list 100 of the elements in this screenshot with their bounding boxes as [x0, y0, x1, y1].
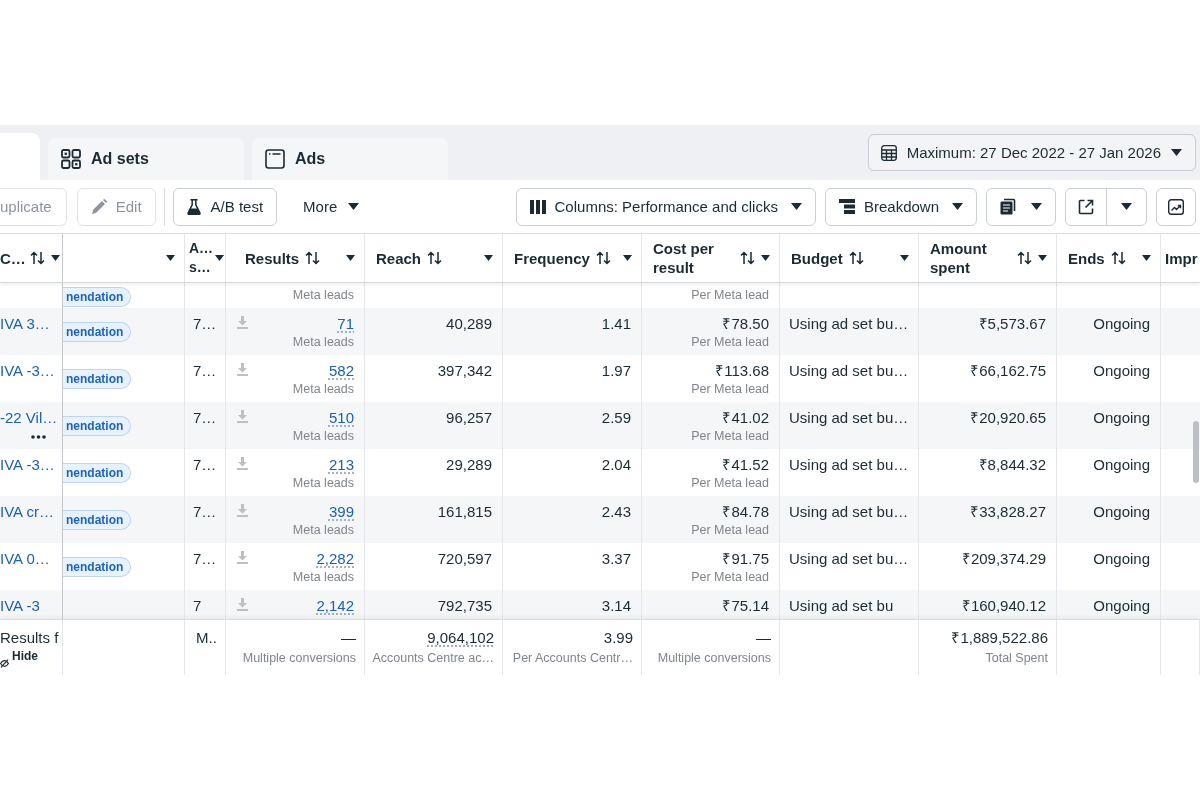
results-link[interactable]: 213: [328, 455, 354, 474]
sort-icon[interactable]: [305, 251, 321, 265]
hide-link[interactable]: Hide: [12, 648, 38, 664]
caret-icon[interactable]: [761, 255, 770, 261]
caret-icon[interactable]: [166, 255, 175, 261]
breakdown-button[interactable]: Breakdown: [824, 187, 977, 226]
results-link[interactable]: 2,282: [316, 549, 354, 568]
table-cell: Ongoing: [1093, 549, 1150, 568]
cell-caption: Per Meta lead: [691, 428, 769, 445]
eye-slash-icon[interactable]: [0, 659, 9, 668]
results-link[interactable]: 399: [328, 502, 354, 521]
table-cell: ₹41.52: [722, 455, 769, 474]
column-header[interactable]: Budget: [791, 248, 843, 268]
table-cell: ₹75.14: [722, 596, 769, 615]
tab[interactable]: Ads: [252, 138, 448, 180]
caret-icon: [790, 203, 802, 210]
sort-icon[interactable]: [1110, 251, 1126, 265]
table-cell: 2.43: [601, 502, 631, 521]
cell-caption: Per Meta lead: [691, 287, 769, 304]
cell-caption: Meta leads: [292, 287, 354, 304]
row-name-link[interactable]: IVA -3…: [0, 361, 55, 380]
table-cell: 2.04: [601, 455, 631, 474]
cell-caption: Per Meta lead: [691, 334, 769, 351]
cell-caption: Meta leads: [292, 522, 354, 539]
grid-icon: [61, 149, 81, 169]
chart-button[interactable]: [1156, 187, 1196, 226]
documents-icon: [1000, 198, 1018, 215]
summary-cell: ₹1,889,522.86: [951, 628, 1048, 647]
table-cell: 161,815: [437, 502, 492, 521]
table-cell: 792,735: [437, 596, 492, 615]
row-name-link[interactable]: IVA 0…: [0, 549, 50, 568]
results-link[interactable]: 582: [328, 361, 354, 380]
columns-icon: [529, 199, 546, 214]
row-name-link[interactable]: -22 Vil…: [0, 408, 58, 427]
table-cell: ₹78.50: [722, 314, 769, 333]
sort-icon[interactable]: [1017, 251, 1032, 265]
table-cell: ₹209,374.29: [961, 549, 1046, 568]
row-name-link[interactable]: IVA -3: [0, 596, 40, 615]
column-header[interactable]: Results: [245, 248, 300, 268]
column-header[interactable]: Amount spent: [930, 239, 1011, 277]
export-menu-button[interactable]: [1106, 187, 1147, 226]
caret-icon[interactable]: [1038, 255, 1047, 261]
tag-pill: nendation: [63, 321, 132, 342]
row-name-link[interactable]: IVA 3…: [0, 314, 50, 333]
ab-test-button[interactable]: A/B test: [172, 187, 278, 226]
column-header[interactable]: Impr: [1165, 248, 1198, 268]
column-header[interactable]: Ends: [1068, 248, 1105, 268]
results-link[interactable]: 2,142: [316, 596, 354, 615]
caret-icon[interactable]: [1142, 255, 1151, 261]
summary-cell: 9,064,102: [427, 628, 494, 647]
columns-button[interactable]: Columns: Performance and clicks: [515, 187, 816, 226]
column-header[interactable]: C…: [0, 248, 26, 268]
tag-pill: nendation: [63, 462, 132, 483]
date-range-button[interactable]: Maximum: 27 Dec 2022 - 27 Jan 2026: [867, 134, 1196, 171]
caret-icon[interactable]: [900, 255, 909, 261]
caret-icon: [1171, 149, 1182, 156]
caret-icon[interactable]: [484, 255, 493, 261]
table-cell: Ongoing: [1093, 408, 1150, 427]
caret-icon[interactable]: [215, 255, 224, 261]
row-name-link[interactable]: IVA -3…: [0, 455, 55, 474]
reports-button[interactable]: [986, 187, 1056, 226]
column-header[interactable]: Reach: [376, 248, 422, 268]
table-cell: 7…: [193, 503, 217, 520]
table-cell: ₹66,162.75: [970, 361, 1046, 380]
table-cell: ₹41.02: [722, 408, 769, 427]
table-cell: ₹91.75: [722, 549, 769, 568]
table-cell: Using ad set bu: [789, 597, 894, 614]
sort-icon[interactable]: [740, 251, 755, 265]
results-link[interactable]: 71: [337, 314, 354, 333]
cell-caption: Multiple conversions: [242, 650, 356, 667]
column-header[interactable]: Frequency: [514, 248, 590, 268]
caret-icon[interactable]: [623, 255, 632, 261]
table-cell: Using ad set bu…: [789, 315, 909, 332]
table-cell: 7…: [193, 362, 217, 379]
row-name-link[interactable]: IVA cr…: [0, 502, 54, 521]
table-cell: Using ad set bu…: [789, 550, 909, 567]
table-cell: ₹113.68: [715, 361, 769, 380]
sort-icon[interactable]: [29, 251, 45, 265]
sort-icon[interactable]: [595, 251, 611, 265]
export-button[interactable]: [1065, 187, 1107, 226]
table-cell: Ongoing: [1093, 314, 1150, 333]
results-link[interactable]: 510: [328, 408, 354, 427]
table-cell: 40,289: [446, 314, 492, 333]
pencil-icon: [90, 198, 107, 215]
tab[interactable]: Ad sets: [48, 138, 244, 180]
caret-icon[interactable]: [346, 255, 355, 261]
column-header[interactable]: A… s…: [189, 239, 213, 277]
table-cell: Using ad set bu…: [789, 409, 909, 426]
sort-icon[interactable]: [427, 251, 443, 265]
scrollbar-thumb[interactable]: [1193, 421, 1199, 483]
cell-caption: Total Spent: [985, 650, 1048, 667]
export-icon: [1078, 198, 1094, 215]
sort-icon[interactable]: [848, 251, 864, 265]
caret-icon[interactable]: [51, 255, 60, 261]
column-header[interactable]: Cost per result: [653, 239, 734, 277]
table-cell: Ongoing: [1093, 502, 1150, 521]
cell-caption: Per Meta lead: [691, 569, 769, 586]
tag-pill: nendation: [63, 287, 132, 307]
more-icon[interactable]: [31, 435, 46, 439]
table-cell: 1.97: [601, 361, 631, 380]
